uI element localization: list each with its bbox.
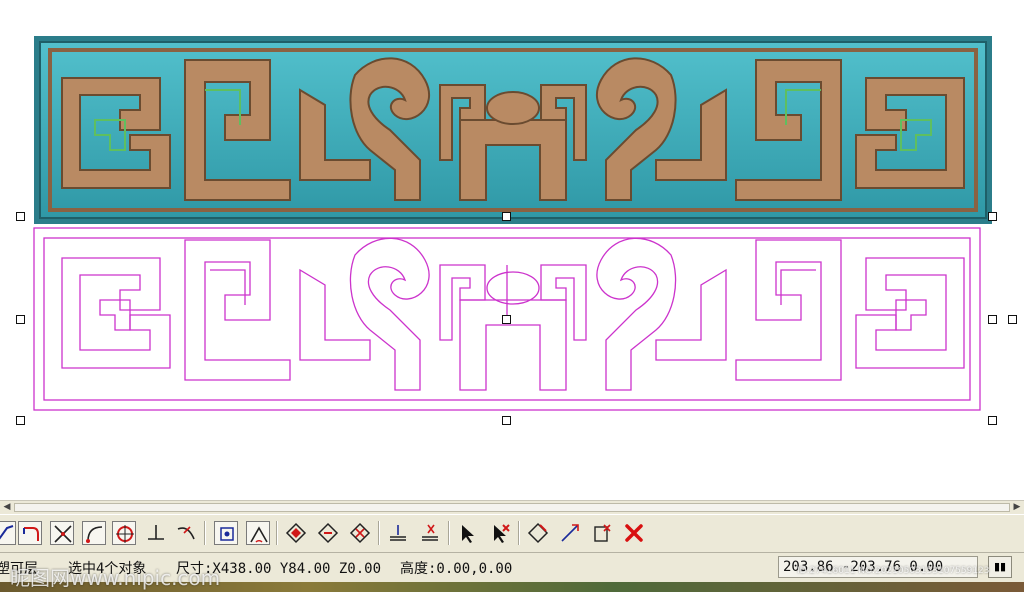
watermark-right: ID:27416011 NO:20210503153107559123 xyxy=(797,566,990,576)
toolbar-separator xyxy=(518,521,520,545)
perpendicular-icon[interactable] xyxy=(144,521,168,545)
selection-handle[interactable] xyxy=(16,416,25,425)
selection-handle[interactable] xyxy=(502,315,511,324)
selection-handle[interactable] xyxy=(16,315,25,324)
scroll-left-icon[interactable]: ◀ xyxy=(1,502,13,513)
cut-icon[interactable] xyxy=(590,521,614,545)
toolbar-separator xyxy=(378,521,380,545)
relief-panel-preview[interactable] xyxy=(0,0,1024,500)
toolbar-separator xyxy=(276,521,278,545)
intersect-lines-icon[interactable] xyxy=(50,521,74,545)
circle-node-icon[interactable] xyxy=(112,521,136,545)
extend-curve-icon[interactable] xyxy=(0,521,16,545)
toolbar-separator xyxy=(204,521,206,545)
deselect-arrow-icon[interactable] xyxy=(488,521,512,545)
delete-icon[interactable] xyxy=(622,521,646,545)
selection-handle[interactable] xyxy=(502,416,511,425)
node-edit-icon[interactable] xyxy=(526,521,550,545)
horizontal-scrollbar[interactable]: ◀ ▶ xyxy=(0,500,1024,514)
transform-icon[interactable] xyxy=(558,521,582,545)
select-arrow-icon[interactable] xyxy=(456,521,480,545)
selection-handle[interactable] xyxy=(16,212,25,221)
angle-tool-icon[interactable] xyxy=(246,521,270,545)
layer-stack-2-icon[interactable] xyxy=(418,521,442,545)
arc-curve-icon[interactable] xyxy=(82,521,106,545)
selection-handle[interactable] xyxy=(1008,315,1017,324)
selection-handle[interactable] xyxy=(502,212,511,221)
layer-stack-icon[interactable] xyxy=(386,521,410,545)
selection-handle[interactable] xyxy=(988,416,997,425)
status-option-icon: ▮▮ xyxy=(993,560,1007,573)
toolbar-separator xyxy=(448,521,450,545)
design-canvas[interactable] xyxy=(0,0,1024,500)
bottom-toolbar xyxy=(0,514,1024,552)
diamond-tool-2-icon[interactable] xyxy=(316,521,340,545)
snap-node-icon[interactable] xyxy=(214,521,238,545)
status-height-text: 高度:0.00,0.00 xyxy=(400,561,513,577)
corner-curve-icon[interactable] xyxy=(18,521,42,545)
selection-handle[interactable] xyxy=(988,315,997,324)
scrollbar-thumb[interactable] xyxy=(14,503,1010,512)
trim-curve-icon[interactable] xyxy=(174,521,198,545)
scroll-right-icon[interactable]: ▶ xyxy=(1011,502,1023,513)
diamond-tool-3-icon[interactable] xyxy=(348,521,372,545)
watermark-left: 昵图网www.nipic.com xyxy=(10,566,221,590)
selection-handle[interactable] xyxy=(988,212,997,221)
status-option-button[interactable]: ▮▮ xyxy=(988,556,1012,578)
diamond-tool-1-icon[interactable] xyxy=(284,521,308,545)
